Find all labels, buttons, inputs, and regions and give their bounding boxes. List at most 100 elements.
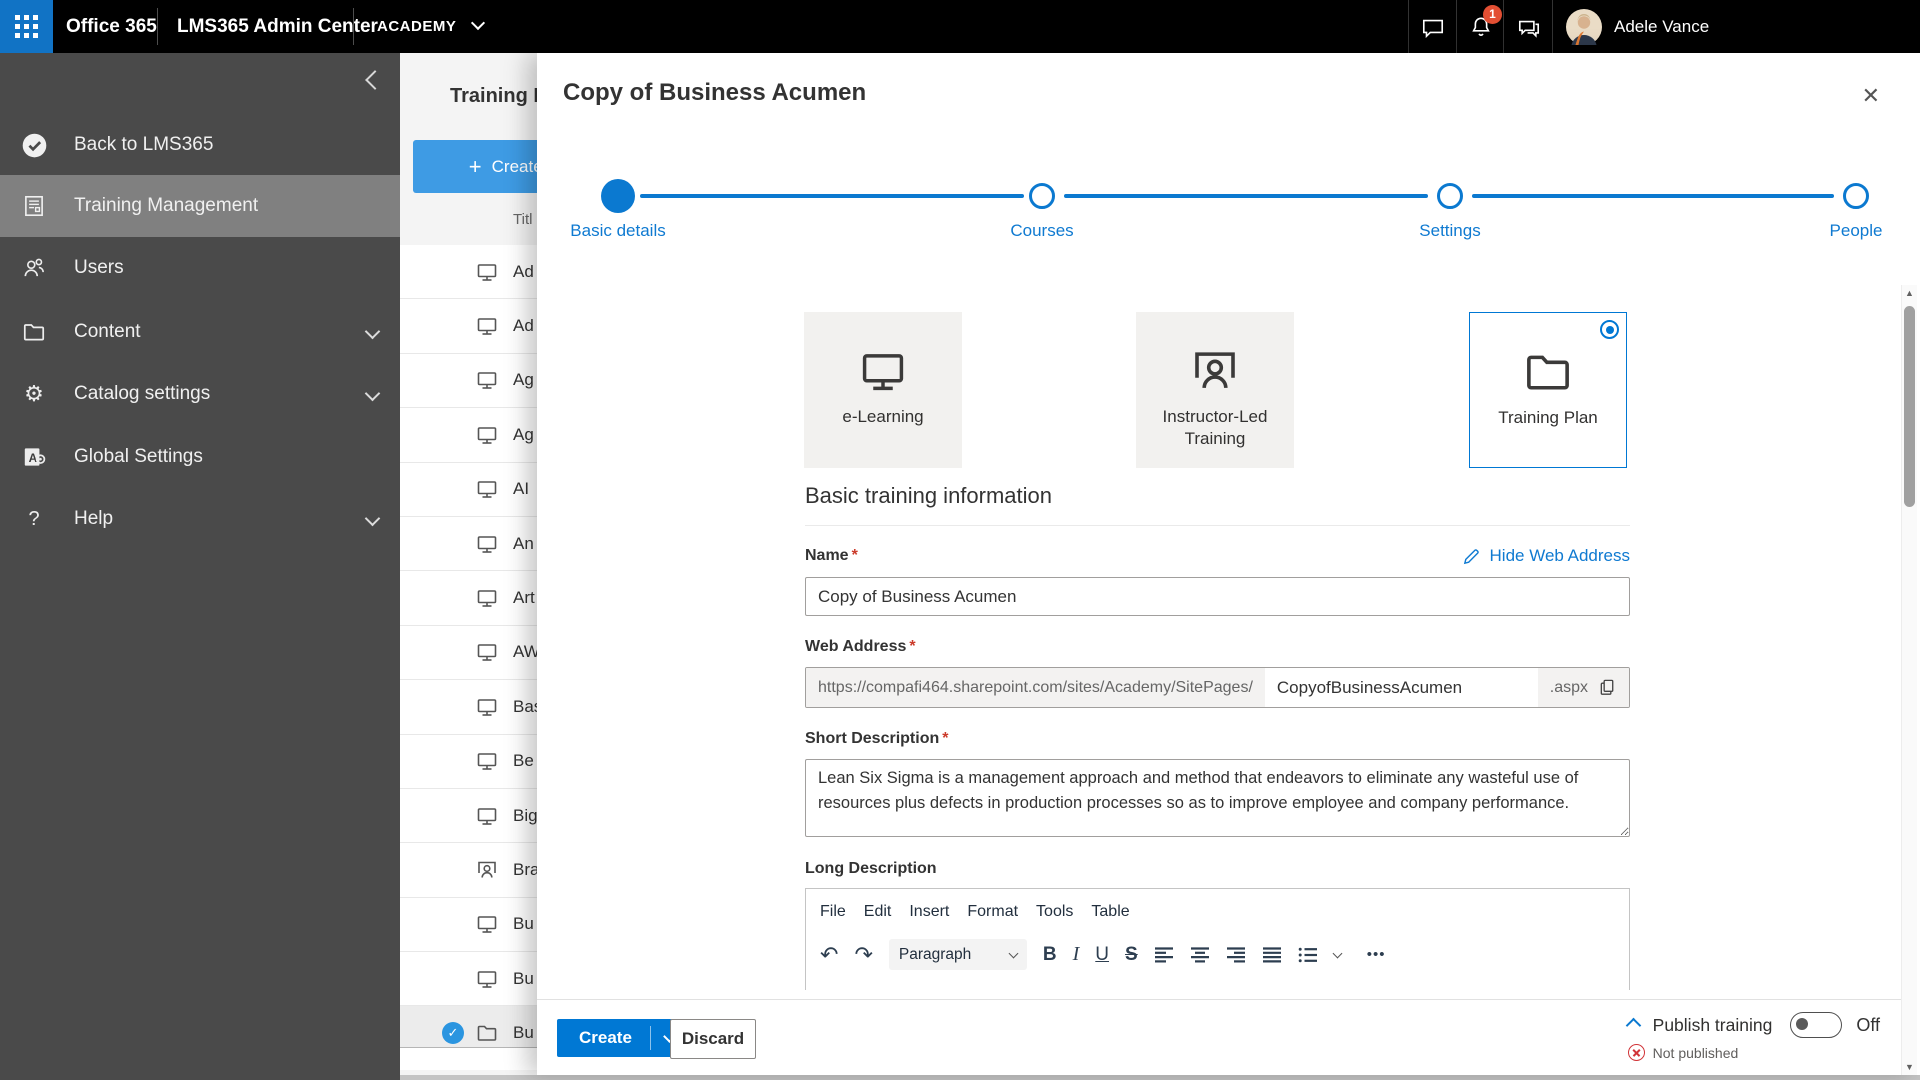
table-row[interactable]: Be — [400, 734, 537, 789]
step-basic-details-circle[interactable] — [601, 179, 635, 213]
plus-icon: + — [468, 153, 482, 179]
align-center-button[interactable] — [1190, 947, 1210, 963]
scroll-up-arrow[interactable]: ▲ — [1902, 288, 1917, 298]
name-input[interactable] — [805, 577, 1630, 616]
bullet-list-button[interactable] — [1298, 947, 1318, 963]
type-card-label: Training Plan — [1498, 408, 1598, 427]
publish-label: Publish training — [1652, 1014, 1773, 1035]
sidebar-item-label: Global Settings — [74, 446, 203, 467]
monitor-icon — [475, 368, 499, 392]
feedback-button[interactable] — [1503, 0, 1553, 53]
list-options-chevron-icon[interactable] — [1332, 948, 1343, 959]
row-title: Be — [513, 751, 534, 771]
paragraph-format-select[interactable]: Paragraph — [888, 939, 1027, 970]
create-split-button[interactable]: Create — [557, 1019, 688, 1057]
web-address-suffix: .aspx — [1537, 668, 1629, 707]
editor-menu-edit[interactable]: Edit — [864, 903, 892, 921]
document-list-icon — [19, 193, 49, 219]
global-settings-icon — [19, 444, 49, 470]
more-toolbar-button[interactable]: ••• — [1367, 946, 1386, 963]
publish-toggle[interactable] — [1790, 1012, 1843, 1038]
step-label-settings[interactable]: Settings — [1350, 221, 1550, 241]
product-title[interactable]: Office 365 — [66, 0, 157, 53]
align-left-button[interactable] — [1154, 947, 1174, 963]
editor-menu-format[interactable]: Format — [967, 903, 1018, 921]
undo-button[interactable]: ↶ — [820, 943, 838, 966]
folder-icon — [1521, 343, 1575, 401]
editor-menu-tools[interactable]: Tools — [1036, 903, 1073, 921]
editor-menu-table[interactable]: Table — [1091, 903, 1129, 921]
sidebar-item-label: Help — [74, 508, 114, 529]
type-card-training-plan[interactable]: Training Plan — [1469, 312, 1627, 468]
chevron-up-icon[interactable] — [1625, 1017, 1641, 1033]
scroll-down-arrow[interactable]: ▼ — [1902, 1062, 1917, 1072]
scrollbar-thumb[interactable] — [1904, 306, 1915, 507]
sidebar-item-global-settings[interactable]: Global Settings — [0, 426, 400, 488]
web-address-field-label: Web Address * — [805, 638, 916, 655]
redo-button[interactable]: ↷ — [854, 943, 872, 966]
align-right-button[interactable] — [1226, 947, 1246, 963]
tenant-selector[interactable]: ACADEMY — [377, 0, 485, 53]
discard-button[interactable]: Discard — [670, 1019, 756, 1059]
sidebar-item-label: Back to LMS365 — [74, 134, 214, 155]
sidebar-item-label: Training Management — [74, 195, 259, 216]
sidebar-item-training-management[interactable]: Training Management — [0, 175, 400, 237]
app-launcher-waffle-icon[interactable] — [0, 0, 53, 53]
monitor-icon — [475, 695, 499, 719]
chat-button[interactable] — [1408, 0, 1457, 53]
italic-button[interactable]: I — [1073, 943, 1080, 966]
sidebar-item-catalog-settings[interactable]: ⚙ Catalog settings — [0, 363, 400, 425]
table-row[interactable]: Bu — [400, 897, 537, 953]
training-management-page: Training M + Create tra Titl Ad Ad Ag Ag… — [400, 53, 537, 1080]
table-row[interactable]: AW — [400, 625, 537, 681]
lms365-logo-icon — [19, 132, 49, 159]
step-courses-circle[interactable] — [1029, 183, 1055, 209]
type-card-elearning[interactable]: e-Learning — [804, 312, 962, 468]
table-row[interactable]: Bas — [400, 680, 537, 735]
selected-check-icon: ✓ — [442, 1022, 464, 1045]
step-settings-circle[interactable] — [1437, 183, 1463, 209]
editor-toolbar: ↶ ↷ Paragraph B I U S ••• — [806, 921, 1629, 970]
vertical-scrollbar[interactable]: ▲ ▼ — [1901, 285, 1917, 1075]
table-row[interactable]: Bra — [400, 843, 537, 898]
sidebar-item-help[interactable]: ? Help — [0, 488, 400, 550]
table-row[interactable]: Ag — [400, 353, 537, 409]
app-title[interactable]: LMS365 Admin Center — [177, 0, 378, 53]
step-label-basic-details[interactable]: Basic details — [518, 221, 718, 241]
create-training-button[interactable]: + Create tra — [413, 140, 537, 193]
table-row[interactable]: Ag — [400, 408, 537, 463]
sidebar-item-back-to-lms365[interactable]: Back to LMS365 — [0, 114, 400, 176]
table-row[interactable]: Ad — [400, 299, 537, 354]
editor-menu-file[interactable]: File — [820, 903, 846, 921]
account-menu[interactable]: Adele Vance — [1552, 0, 1920, 53]
underline-button[interactable]: U — [1095, 944, 1109, 966]
step-label-courses[interactable]: Courses — [942, 221, 1142, 241]
sidebar-collapse-button[interactable] — [365, 70, 385, 92]
table-row[interactable]: AI — [400, 462, 537, 517]
top-app-bar: Office 365 LMS365 Admin Center ACADEMY 1… — [0, 0, 1920, 53]
short-description-textarea[interactable]: Lean Six Sigma is a management approach … — [805, 759, 1630, 837]
hide-web-address-link[interactable]: Hide Web Address — [1462, 546, 1630, 566]
web-address-input[interactable] — [1264, 668, 1538, 707]
justify-button[interactable] — [1262, 947, 1282, 963]
notifications-button[interactable]: 1 — [1456, 0, 1505, 53]
sidebar-item-users[interactable]: Users — [0, 237, 400, 299]
strikethrough-button[interactable]: S — [1125, 944, 1138, 966]
editor-menu-insert[interactable]: Insert — [909, 903, 949, 921]
table-row[interactable]: Art — [400, 571, 537, 626]
table-row[interactable]: Ad — [400, 245, 537, 300]
step-label-people[interactable]: People — [1756, 221, 1920, 241]
type-card-label: Instructor-Led Training — [1162, 407, 1268, 448]
type-card-instructor-led[interactable]: Instructor-Led Training — [1136, 312, 1294, 468]
table-row[interactable]: Big — [400, 788, 537, 844]
copy-icon[interactable] — [1598, 678, 1617, 697]
table-row[interactable]: An — [400, 516, 537, 572]
row-title: AW — [513, 642, 537, 662]
step-people-circle[interactable] — [1843, 183, 1869, 209]
sidebar-item-content[interactable]: Content — [0, 301, 400, 363]
gear-icon: ⚙ — [24, 381, 44, 406]
close-icon[interactable]: ✕ — [1862, 83, 1880, 109]
users-icon — [19, 255, 49, 281]
table-row[interactable]: Bu — [400, 952, 537, 1007]
bold-button[interactable]: B — [1043, 944, 1057, 966]
